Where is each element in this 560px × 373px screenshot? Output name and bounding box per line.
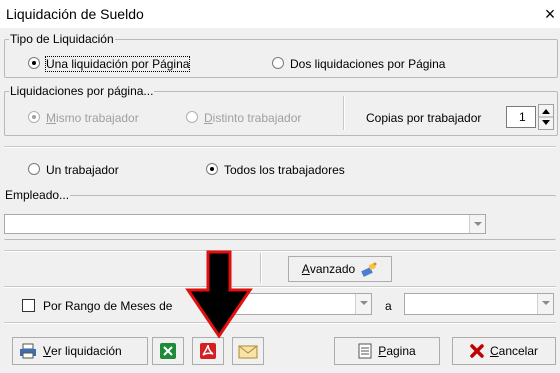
- spinner-arrows-icon: [539, 109, 553, 125]
- printer-icon: [20, 343, 36, 359]
- radio-dot: [272, 57, 284, 69]
- pdf-icon: [200, 343, 216, 359]
- radio-label: istinto trabajador: [212, 111, 302, 125]
- accelerator-v: V: [43, 344, 52, 358]
- radio-dot: [28, 57, 40, 69]
- divider: [260, 253, 262, 283]
- cancel-x-icon: [470, 344, 484, 358]
- liquidaciones-por-pagina-group: Liquidaciones por página...: [4, 84, 558, 136]
- radio-dos-liquidaciones[interactable]: Dos liquidaciones por Página: [272, 57, 445, 71]
- radio-dot: [28, 163, 40, 175]
- cancelar-button[interactable]: Cancelar: [452, 337, 556, 365]
- separator: [4, 250, 556, 252]
- chevron-down-icon[interactable]: [537, 294, 553, 314]
- liquidaciones-por-pagina-legend: Liquidaciones por página...: [10, 84, 154, 98]
- empleado-dropdown[interactable]: [4, 214, 486, 234]
- radio-dot: [206, 163, 218, 175]
- radio-label: Un trabajador: [46, 163, 119, 177]
- tipo-liquidacion-legend: Tipo de Liquidación: [10, 32, 114, 46]
- down-arrow-annotation: [185, 250, 253, 339]
- radio-dot: [28, 111, 40, 123]
- radio-dot: [186, 111, 198, 123]
- radio-label: Todos los trabajadores: [224, 163, 345, 177]
- accelerator-c: C: [489, 344, 499, 358]
- ver-liquidacion-label: er liquidación: [51, 344, 122, 358]
- separator: [4, 322, 556, 324]
- email-button[interactable]: [232, 337, 264, 365]
- radio-label: ismo trabajador: [56, 111, 139, 125]
- rango-checkbox[interactable]: Por Rango de Meses de: [22, 299, 172, 313]
- radio-mismo-trabajador[interactable]: Mismo trabajador: [28, 111, 139, 125]
- pagina-label: agina: [386, 344, 416, 358]
- excel-icon: [160, 343, 176, 359]
- tipo-liquidacion-group: Tipo de Liquidación: [4, 32, 558, 78]
- page-icon: [358, 343, 372, 359]
- avanzado-label: vanzado: [309, 262, 356, 276]
- radio-un-trabajador[interactable]: Un trabajador: [28, 163, 119, 177]
- radio-label: Una liquidación por Página: [44, 56, 191, 72]
- pdf-button[interactable]: [192, 337, 224, 365]
- empleado-legend: Empleado...: [5, 188, 70, 202]
- radio-una-liquidacion[interactable]: Una liquidación por Página: [28, 56, 191, 72]
- excel-button[interactable]: [152, 337, 184, 365]
- accelerator-d: D: [204, 111, 213, 125]
- pagina-button[interactable]: Pagina: [334, 337, 440, 365]
- radio-distinto-trabajador[interactable]: Distinto trabajador: [186, 111, 301, 125]
- copias-value: 1: [519, 110, 526, 124]
- separator: [4, 146, 556, 148]
- ver-liquidacion-button[interactable]: Ver liquidación: [12, 337, 148, 365]
- rango-hasta-dropdown[interactable]: [404, 293, 554, 315]
- close-icon[interactable]: ×: [540, 3, 560, 25]
- copias-input[interactable]: 1: [506, 106, 536, 128]
- avanzado-button[interactable]: Avanzado: [288, 256, 392, 282]
- checkbox-box: [22, 299, 35, 312]
- radio-todos-trabajadores[interactable]: Todos los trabajadores: [206, 163, 345, 177]
- accelerator-a: A: [301, 262, 310, 276]
- accelerator-p: P: [378, 344, 387, 358]
- accelerator-m: M: [46, 111, 56, 125]
- copias-label: Copias por trabajador: [366, 111, 482, 125]
- divider: [343, 96, 345, 130]
- wand-icon: [361, 262, 377, 277]
- email-icon: [238, 345, 258, 359]
- chevron-down-icon[interactable]: [469, 215, 485, 233]
- radio-label: Dos liquidaciones por Página: [290, 57, 446, 71]
- window-title: Liquidación de Sueldo: [6, 6, 144, 22]
- copias-spinner[interactable]: [538, 104, 554, 130]
- cancelar-label: ancelar: [498, 344, 539, 358]
- rango-separator-label: a: [385, 299, 392, 313]
- separator: [4, 286, 556, 288]
- rango-label: Por Rango de Meses de: [43, 299, 173, 313]
- chevron-down-icon[interactable]: [355, 294, 371, 314]
